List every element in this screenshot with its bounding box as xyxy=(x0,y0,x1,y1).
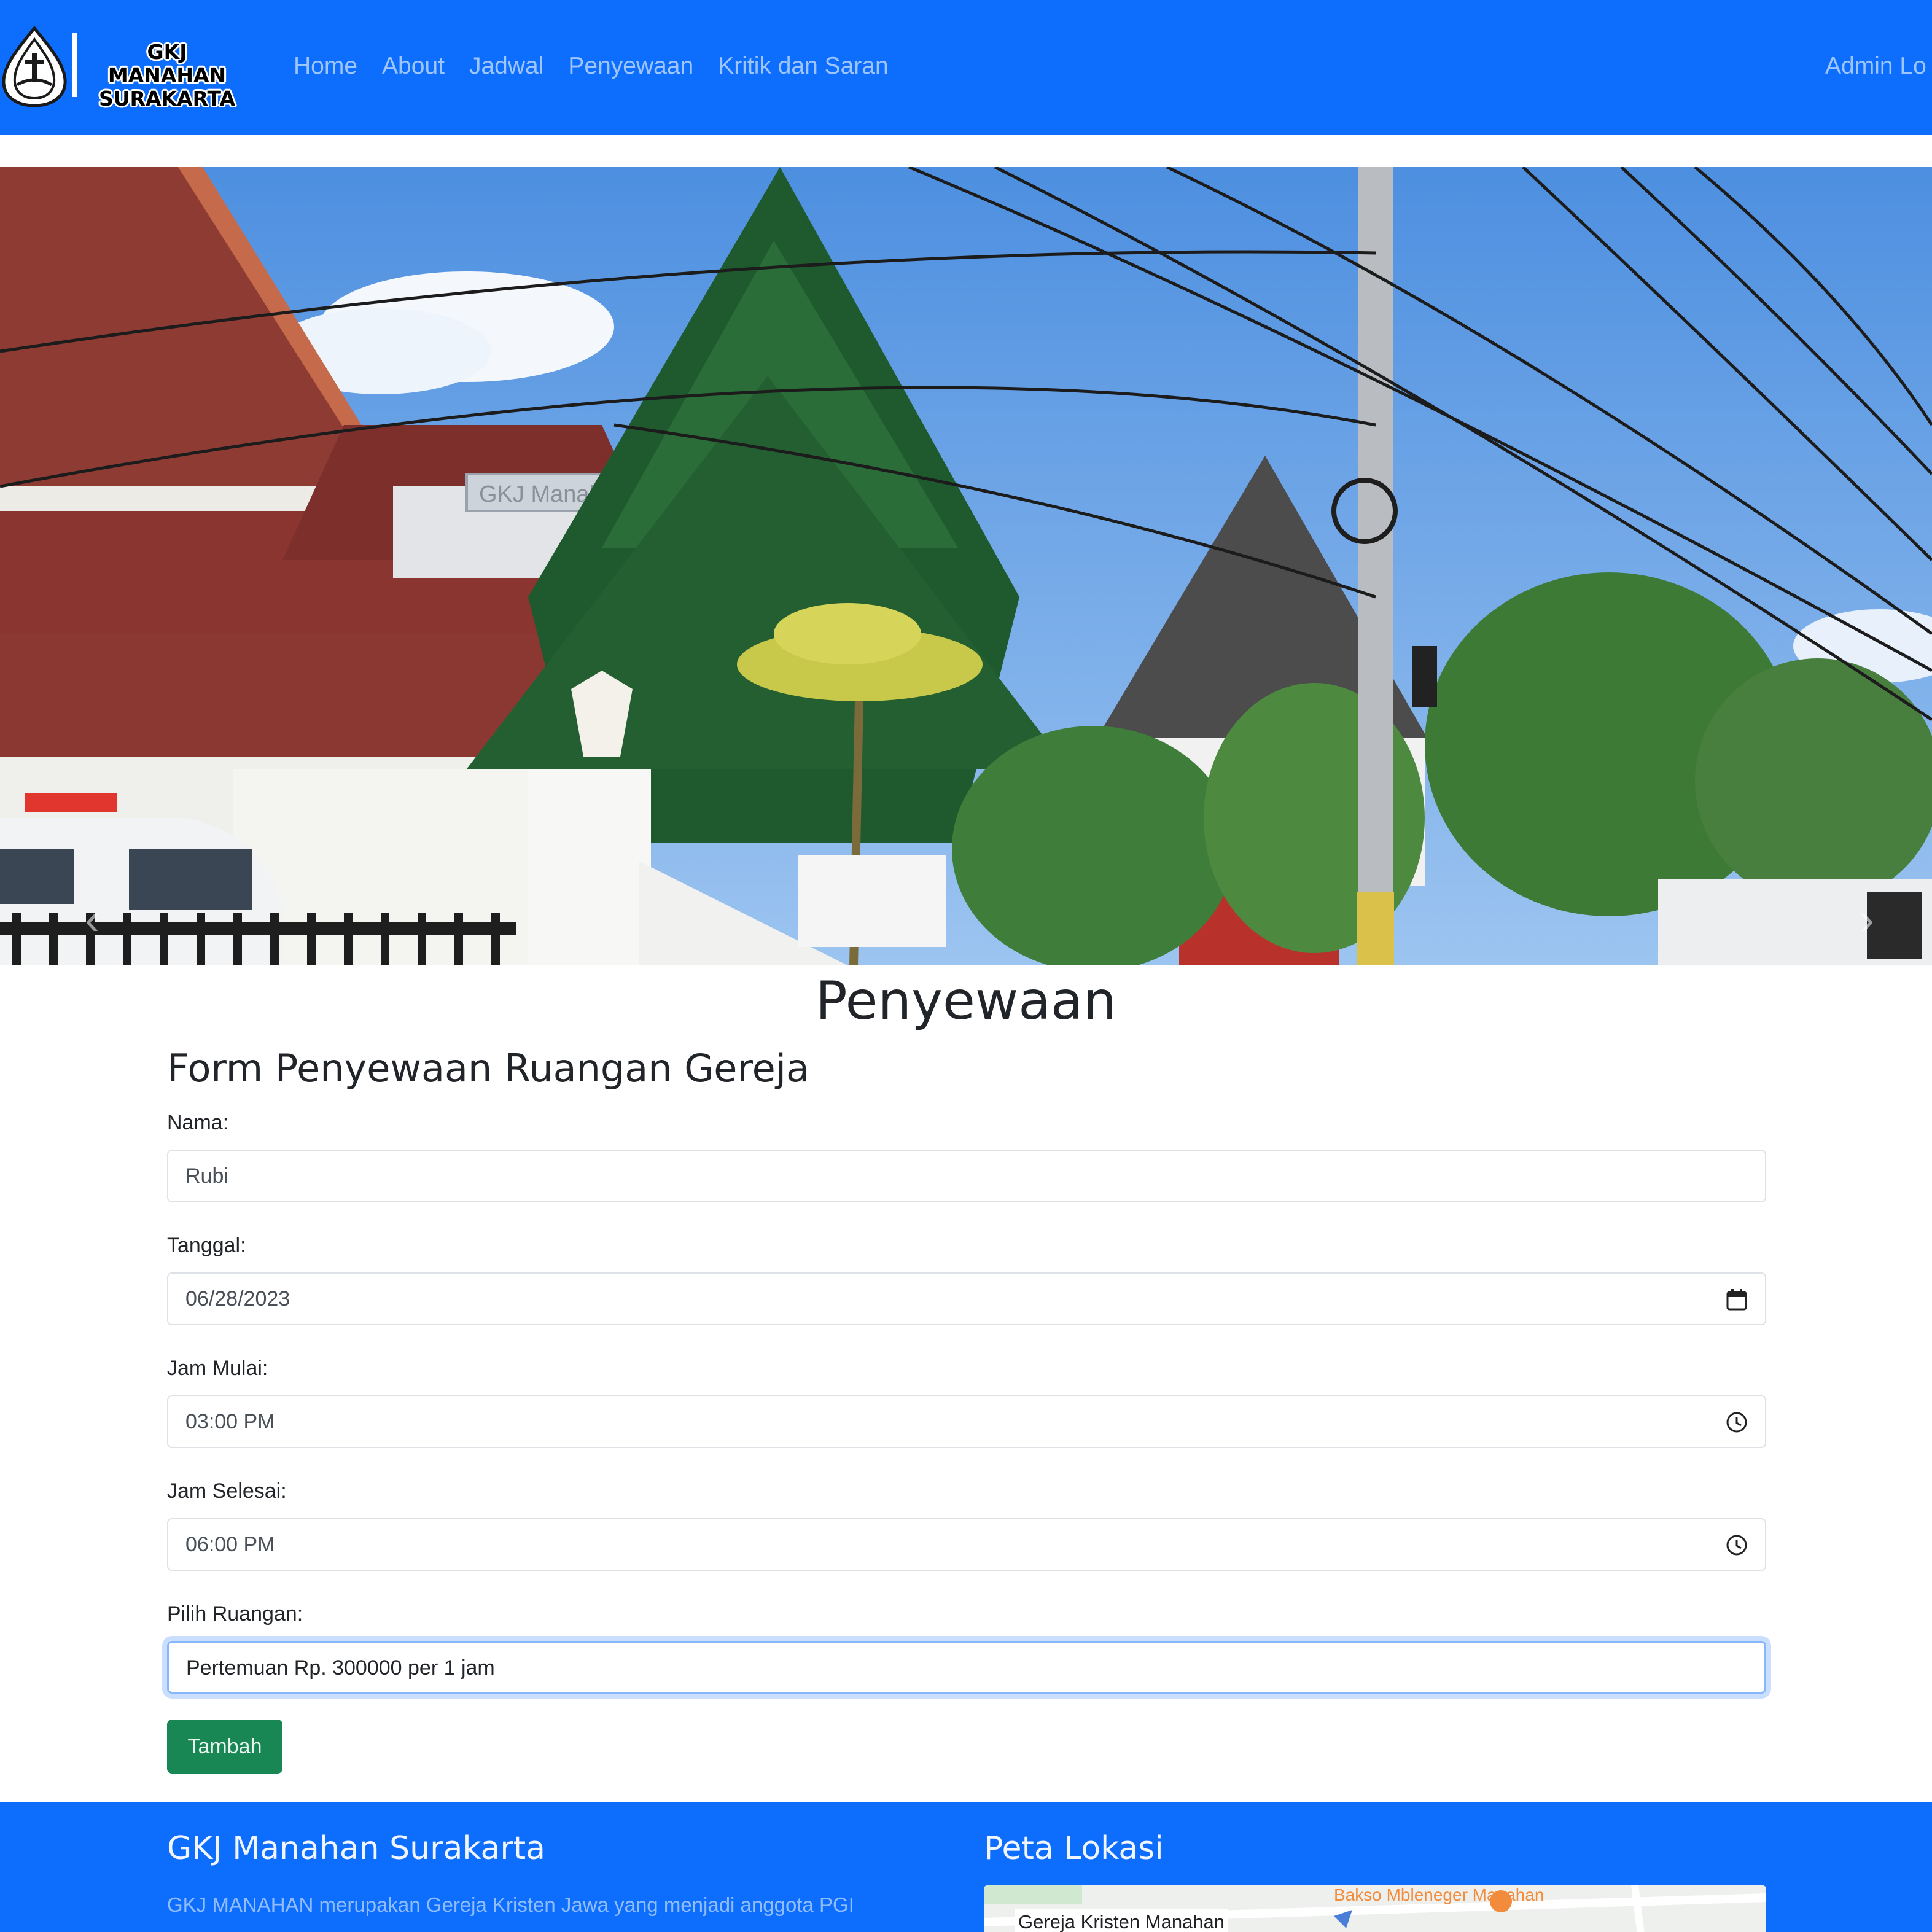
tanggal-label: Tanggal: xyxy=(167,1234,246,1257)
church-emblem-icon xyxy=(2,26,77,107)
ruangan-select[interactable]: Pertemuan Rp. 300000 per 1 jam xyxy=(167,1641,1766,1694)
brand-logo[interactable]: GKJ MANAHAN SURAKARTA xyxy=(0,23,247,111)
map-poi-label: Bakso Mbleneger Manahan xyxy=(1334,1885,1544,1904)
nav-item-home[interactable]: Home xyxy=(294,49,357,84)
carousel-next-icon[interactable]: › xyxy=(1848,895,1885,944)
jam-mulai-label: Jam Mulai: xyxy=(167,1357,268,1380)
jam-selesai-input[interactable]: 06:00 PM xyxy=(167,1518,1766,1571)
nav-item-kritik-saran[interactable]: Kritik dan Saran xyxy=(718,49,888,84)
admin-login-link[interactable]: Admin Lo xyxy=(1825,49,1926,84)
location-map[interactable]: Gereja Kristen Manahan Bakso Mbleneger M… xyxy=(984,1885,1766,1932)
footer: GKJ Manahan Surakarta GKJ MANAHAN merupa… xyxy=(0,1802,1932,1932)
nav-menu: Home About Jadwal Penyewaan Kritik dan S… xyxy=(294,49,913,84)
footer-map-title: Peta Lokasi xyxy=(984,1830,1164,1867)
calendar-icon[interactable] xyxy=(1724,1287,1749,1312)
jam-selesai-label: Jam Selesai: xyxy=(167,1479,287,1503)
jam-mulai-input-value: 03:00 PM xyxy=(185,1410,275,1433)
church-photo: GKJ Manahan xyxy=(0,167,1932,965)
nama-input-value: Rubi xyxy=(185,1164,228,1188)
nav-item-jadwal[interactable]: Jadwal xyxy=(469,49,543,84)
page-title: Penyewaan xyxy=(815,970,1117,1032)
brand-name: GKJ MANAHAN SURAKARTA xyxy=(87,41,247,111)
tanggal-input-value: 06/28/2023 xyxy=(185,1287,290,1311)
form-title: Form Penyewaan Ruangan Gereja xyxy=(167,1046,809,1091)
nav-item-about[interactable]: About xyxy=(382,49,445,84)
hero-carousel: GKJ Manahan ‹ › xyxy=(0,167,1932,965)
brand-line-1: GKJ MANAHAN xyxy=(107,40,227,87)
nama-input[interactable]: Rubi xyxy=(167,1150,1766,1202)
tambah-button[interactable]: Tambah xyxy=(167,1720,282,1774)
footer-about-text: GKJ MANAHAN merupakan Gereja Kristen Jaw… xyxy=(167,1893,854,1916)
tanggal-input[interactable]: 06/28/2023 xyxy=(167,1272,1766,1325)
nav-item-penyewaan[interactable]: Penyewaan xyxy=(568,49,693,84)
jam-mulai-input[interactable]: 03:00 PM xyxy=(167,1395,1766,1448)
map-place-label: Gereja Kristen Manahan xyxy=(1015,1909,1229,1932)
jam-selesai-input-value: 06:00 PM xyxy=(185,1533,275,1556)
clock-icon[interactable] xyxy=(1724,1533,1749,1557)
ruangan-label: Pilih Ruangan: xyxy=(167,1602,303,1626)
brand-line-2: SURAKARTA xyxy=(98,87,236,111)
footer-about-title: GKJ Manahan Surakarta xyxy=(167,1830,546,1867)
nama-label: Nama: xyxy=(167,1111,229,1134)
carousel-prev-icon[interactable]: ‹ xyxy=(74,895,111,944)
navbar: GKJ MANAHAN SURAKARTA Home About Jadwal … xyxy=(0,0,1932,135)
clock-icon[interactable] xyxy=(1724,1410,1749,1435)
ruangan-select-value: Pertemuan Rp. 300000 per 1 jam xyxy=(186,1656,495,1680)
